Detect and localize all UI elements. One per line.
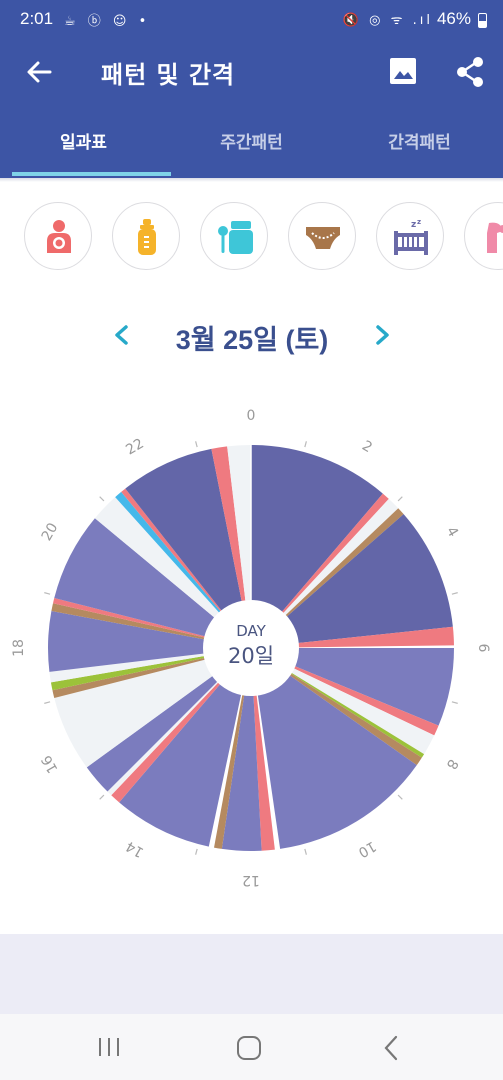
system-icons: 🔇 ◎ ᯤ .ıl: [342, 13, 433, 28]
chart-center-label: DAY: [236, 622, 266, 640]
chart-hour-label: 14: [123, 837, 147, 860]
daily-clock-chart[interactable]: 0 2 4 6 8 10 12 14 16 18 20 22 DAY 20일: [0, 380, 503, 900]
diaper-icon: [306, 227, 340, 249]
chart-hour-label: 16: [39, 752, 62, 776]
svg-text:z: z: [411, 220, 416, 230]
date-navigator: 3월 25일 (토): [0, 312, 503, 360]
share-button[interactable]: [452, 54, 488, 90]
baby-food-button[interactable]: [200, 202, 268, 270]
pumping-button[interactable]: [464, 202, 503, 270]
sleep-icon: z z: [394, 218, 428, 255]
chart-hour-label: 6: [475, 644, 491, 653]
tab-daily-schedule[interactable]: 일과표: [0, 108, 167, 178]
bottom-summary-panel: [0, 934, 503, 1014]
svg-text:z: z: [417, 218, 421, 226]
chart-minor-tick: [195, 441, 198, 448]
activity-filter-row: z z: [0, 200, 503, 274]
tab-shadow: [0, 178, 503, 182]
battery-icon: [478, 13, 487, 28]
chart-minor-tick: [451, 701, 458, 704]
chart-minor-tick: [451, 592, 458, 595]
sleep-button[interactable]: z z: [376, 202, 444, 270]
home-button[interactable]: [237, 1036, 261, 1060]
chart-minor-tick: [99, 496, 105, 502]
share-icon: [457, 57, 483, 87]
chart-minor-tick: [44, 701, 51, 704]
app-bar: 패턴 및 간격: [0, 38, 503, 108]
chart-hour-label: 22: [123, 436, 146, 459]
page-title: 패턴 및 간격: [101, 61, 236, 89]
breastfeeding-button[interactable]: [24, 202, 92, 270]
chart-hour-label: 10: [355, 838, 378, 861]
current-date[interactable]: 3월 25일 (토): [140, 318, 364, 357]
chart-minor-tick: [304, 441, 307, 448]
back-button[interactable]: [20, 54, 60, 90]
active-tab-indicator: [12, 172, 171, 176]
baby-food-icon: [218, 221, 253, 254]
tab-bar: 일과표 주간패턴 간격패턴: [0, 108, 503, 178]
system-navigation-bar: [0, 1014, 503, 1080]
chart-hour-label: 2: [359, 438, 375, 456]
chart-minor-tick: [397, 794, 403, 800]
battery-level: 46%: [436, 9, 471, 28]
chart-minor-tick: [397, 496, 403, 502]
chart-center-value: 20일: [228, 644, 274, 668]
tab-weekly-pattern[interactable]: 주간패턴: [168, 108, 335, 178]
image-icon: [390, 58, 416, 84]
chart-minor-tick: [99, 794, 105, 800]
arrow-left-icon: [27, 61, 52, 83]
status-time: 2:01: [20, 9, 54, 28]
chart-hour-label: 8: [443, 756, 461, 772]
chart-minor-tick: [195, 848, 198, 855]
status-bar: 2:01 ☕ ⓑ ☺ • 🔇 ◎ ᯤ .ıl 46%: [0, 0, 503, 38]
chart-hour-label: 0: [247, 408, 256, 424]
tab-interval-pattern[interactable]: 간격패턴: [336, 108, 503, 178]
diaper-button[interactable]: [288, 202, 356, 270]
chart-minor-tick: [304, 848, 307, 855]
notification-icons: ☕ ⓑ ☺ •: [64, 14, 151, 29]
save-image-button[interactable]: [386, 54, 420, 88]
recent-apps-icon: [99, 1038, 119, 1056]
chart-hour-label: 20: [39, 520, 62, 543]
recent-apps-button[interactable]: [96, 1036, 122, 1058]
chart-minor-tick: [44, 592, 51, 595]
system-back-button[interactable]: [380, 1034, 402, 1062]
breastfeeding-icon: [47, 220, 71, 253]
previous-day-button[interactable]: [104, 318, 138, 352]
chart-hour-label: 4: [443, 524, 461, 540]
back-chevron-icon: [384, 1035, 398, 1061]
bottle-button[interactable]: [112, 202, 180, 270]
chart-hour-label: 18: [11, 639, 27, 657]
chevron-left-icon: [115, 325, 128, 345]
next-day-button[interactable]: [366, 318, 400, 352]
pumping-icon: [487, 222, 503, 253]
bottle-icon: [138, 219, 156, 255]
chart-hour-label: 12: [242, 872, 260, 888]
chevron-right-icon: [376, 325, 389, 345]
